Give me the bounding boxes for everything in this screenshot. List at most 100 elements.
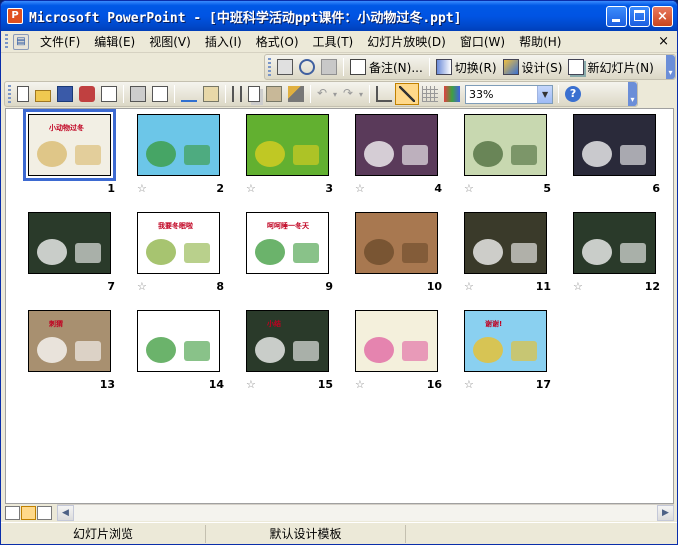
slide-thumbnail-cell[interactable]: 14	[137, 310, 246, 400]
slide-thumbnail-cell[interactable]: ☆ 16	[355, 310, 464, 400]
menu-tools[interactable]: 工具(T)	[306, 32, 361, 52]
scroll-left-arrow-icon[interactable]: ◀	[57, 505, 74, 521]
paste-button[interactable]	[263, 83, 285, 105]
slide-transition-icon[interactable]: ☆	[355, 182, 365, 195]
slide-thumbnail-cell[interactable]: ☆ 5	[464, 114, 573, 204]
slide-thumbnail-image[interactable]: 小动物过冬	[23, 109, 116, 181]
slide-transition-icon[interactable]: ☆	[355, 378, 365, 391]
slide-thumbnail-cell[interactable]: 刺猬 13	[28, 310, 137, 400]
spelling-button[interactable]	[178, 83, 200, 105]
notes-button[interactable]: 备注(N)...	[347, 56, 426, 78]
slide-thumbnail-image[interactable]: 谢谢!	[464, 310, 547, 372]
redo-button[interactable]: ↷ ▾	[340, 83, 366, 105]
slide-thumbnail-image[interactable]	[137, 114, 220, 176]
color-grayscale-button[interactable]	[441, 83, 463, 105]
summary-slide-button[interactable]	[318, 56, 340, 78]
email-button[interactable]	[98, 83, 120, 105]
permission-button[interactable]	[76, 83, 98, 105]
show-grid-button[interactable]	[419, 83, 441, 105]
slide-thumbnail-cell[interactable]: 10	[355, 212, 464, 302]
slide-transition-icon[interactable]: ☆	[137, 280, 147, 293]
zoom-combobox[interactable]: 33% ▼	[465, 84, 554, 104]
normal-view-button[interactable]	[5, 505, 20, 520]
slide-thumbnail-image[interactable]	[355, 114, 438, 176]
research-button[interactable]	[200, 83, 222, 105]
cut-button[interactable]	[229, 83, 245, 105]
menu-window[interactable]: 窗口(W)	[453, 32, 512, 52]
slide-thumbnail-cell[interactable]: ☆ 11	[464, 212, 573, 302]
hide-slide-button[interactable]	[274, 56, 296, 78]
undo-dropdown-icon[interactable]: ▾	[333, 90, 337, 99]
slide-transition-icon[interactable]: ☆	[573, 280, 583, 293]
slide-transition-icon[interactable]: ☆	[246, 378, 256, 391]
slide-thumbnail-image[interactable]	[355, 212, 438, 274]
slide-transition-icon[interactable]: ☆	[246, 182, 256, 195]
slide-thumbnail-cell[interactable]: 小结 ☆ 15	[246, 310, 355, 400]
slide-thumbnail-image[interactable]	[464, 212, 547, 274]
powerpoint-app-icon[interactable]: P	[7, 8, 23, 24]
horizontal-scrollbar[interactable]: ◀ ▶	[57, 504, 674, 521]
slide-thumbnail-image[interactable]: 小结	[246, 310, 329, 372]
toolbar-grip[interactable]	[8, 85, 11, 103]
help-button[interactable]: ?	[562, 83, 584, 105]
minimize-button[interactable]	[606, 6, 627, 27]
slide-thumbnail-cell[interactable]: 6	[573, 114, 677, 204]
print-preview-button[interactable]	[149, 83, 171, 105]
scroll-right-arrow-icon[interactable]: ▶	[657, 505, 674, 521]
print-button[interactable]	[127, 83, 149, 105]
show-formatting-button[interactable]	[395, 83, 420, 105]
menu-format[interactable]: 格式(O)	[249, 32, 306, 52]
slide-thumbnail-cell[interactable]: 小动物过冬 1	[23, 109, 137, 204]
slide-thumbnail-cell[interactable]: ☆ 4	[355, 114, 464, 204]
menu-view[interactable]: 视图(V)	[142, 32, 198, 52]
slide-thumbnail-image[interactable]	[464, 114, 547, 176]
toolbar-options-chevron-icon[interactable]: ▾	[666, 55, 675, 79]
design-button[interactable]: 设计(S)	[500, 56, 566, 78]
slide-thumbnail-cell[interactable]: ☆ 3	[246, 114, 355, 204]
slide-thumbnail-cell[interactable]: 我要冬眠啦 ☆ 8	[137, 212, 246, 302]
slide-transition-icon[interactable]: ☆	[464, 378, 474, 391]
menu-slideshow[interactable]: 幻灯片放映(D)	[360, 32, 453, 52]
slide-thumbnail-image[interactable]: 我要冬眠啦	[137, 212, 220, 274]
title-bar[interactable]: P Microsoft PowerPoint - [中班科学活动ppt课件：小动…	[1, 1, 677, 31]
redo-dropdown-icon[interactable]: ▾	[359, 90, 363, 99]
toolbar-options-chevron-icon[interactable]: ▾	[628, 82, 637, 106]
menubar-grip[interactable]	[5, 33, 8, 50]
slide-thumbnail-image[interactable]	[137, 310, 220, 372]
menu-file[interactable]: 文件(F)	[33, 32, 87, 52]
slide-thumbnail-image[interactable]: 呵呵睡一冬天	[246, 212, 329, 274]
save-button[interactable]	[54, 83, 76, 105]
copy-button[interactable]	[245, 83, 263, 105]
toolbar-grip[interactable]	[268, 58, 271, 76]
slide-thumbnail-cell[interactable]: 谢谢! ☆ 17	[464, 310, 573, 400]
slide-thumbnail-image[interactable]	[246, 114, 329, 176]
slide-sorter-view-button[interactable]	[21, 505, 36, 520]
zoom-value[interactable]: 33%	[466, 88, 537, 101]
slide-thumbnail-image[interactable]: 刺猬	[28, 310, 111, 372]
slide-sorter-pane[interactable]: 小动物过冬 1 ☆ 2 ☆ 3 ☆ 4 ☆ 5 6 7 我要冬眠啦 ☆ 8 呵呵睡一冬天 9 10 ☆ 11 ☆ 12 刺猬…	[5, 108, 674, 504]
menu-help[interactable]: 帮助(H)	[512, 32, 568, 52]
rehearse-timings-button[interactable]	[296, 56, 318, 78]
new-slide-button[interactable]: 新幻灯片(N)	[565, 56, 656, 78]
slide-thumbnail-image[interactable]	[573, 212, 656, 274]
slide-transition-icon[interactable]: ☆	[464, 182, 474, 195]
slide-thumbnail-image[interactable]	[355, 310, 438, 372]
close-button[interactable]: ×	[652, 6, 673, 27]
slide-thumbnail-image[interactable]	[28, 212, 111, 274]
slide-thumbnail-image[interactable]	[573, 114, 656, 176]
slide-thumbnail-cell[interactable]: ☆ 2	[137, 114, 246, 204]
expand-all-button[interactable]	[373, 83, 395, 105]
new-button[interactable]	[14, 83, 32, 105]
format-painter-button[interactable]	[285, 83, 307, 105]
slideshow-view-button[interactable]	[37, 505, 52, 520]
slide-transition-icon[interactable]: ☆	[137, 182, 147, 195]
zoom-dropdown-arrow-icon[interactable]: ▼	[537, 85, 553, 103]
transition-button[interactable]: 切换(R)	[433, 56, 500, 78]
undo-button[interactable]: ↶ ▾	[314, 83, 340, 105]
slide-thumbnail-cell[interactable]: 7	[28, 212, 137, 302]
document-menu-icon[interactable]: ▤	[13, 33, 29, 50]
slide-transition-icon[interactable]: ☆	[464, 280, 474, 293]
menu-edit[interactable]: 编辑(E)	[87, 32, 142, 52]
menu-insert[interactable]: 插入(I)	[198, 32, 249, 52]
close-document-button[interactable]: ×	[658, 34, 669, 49]
